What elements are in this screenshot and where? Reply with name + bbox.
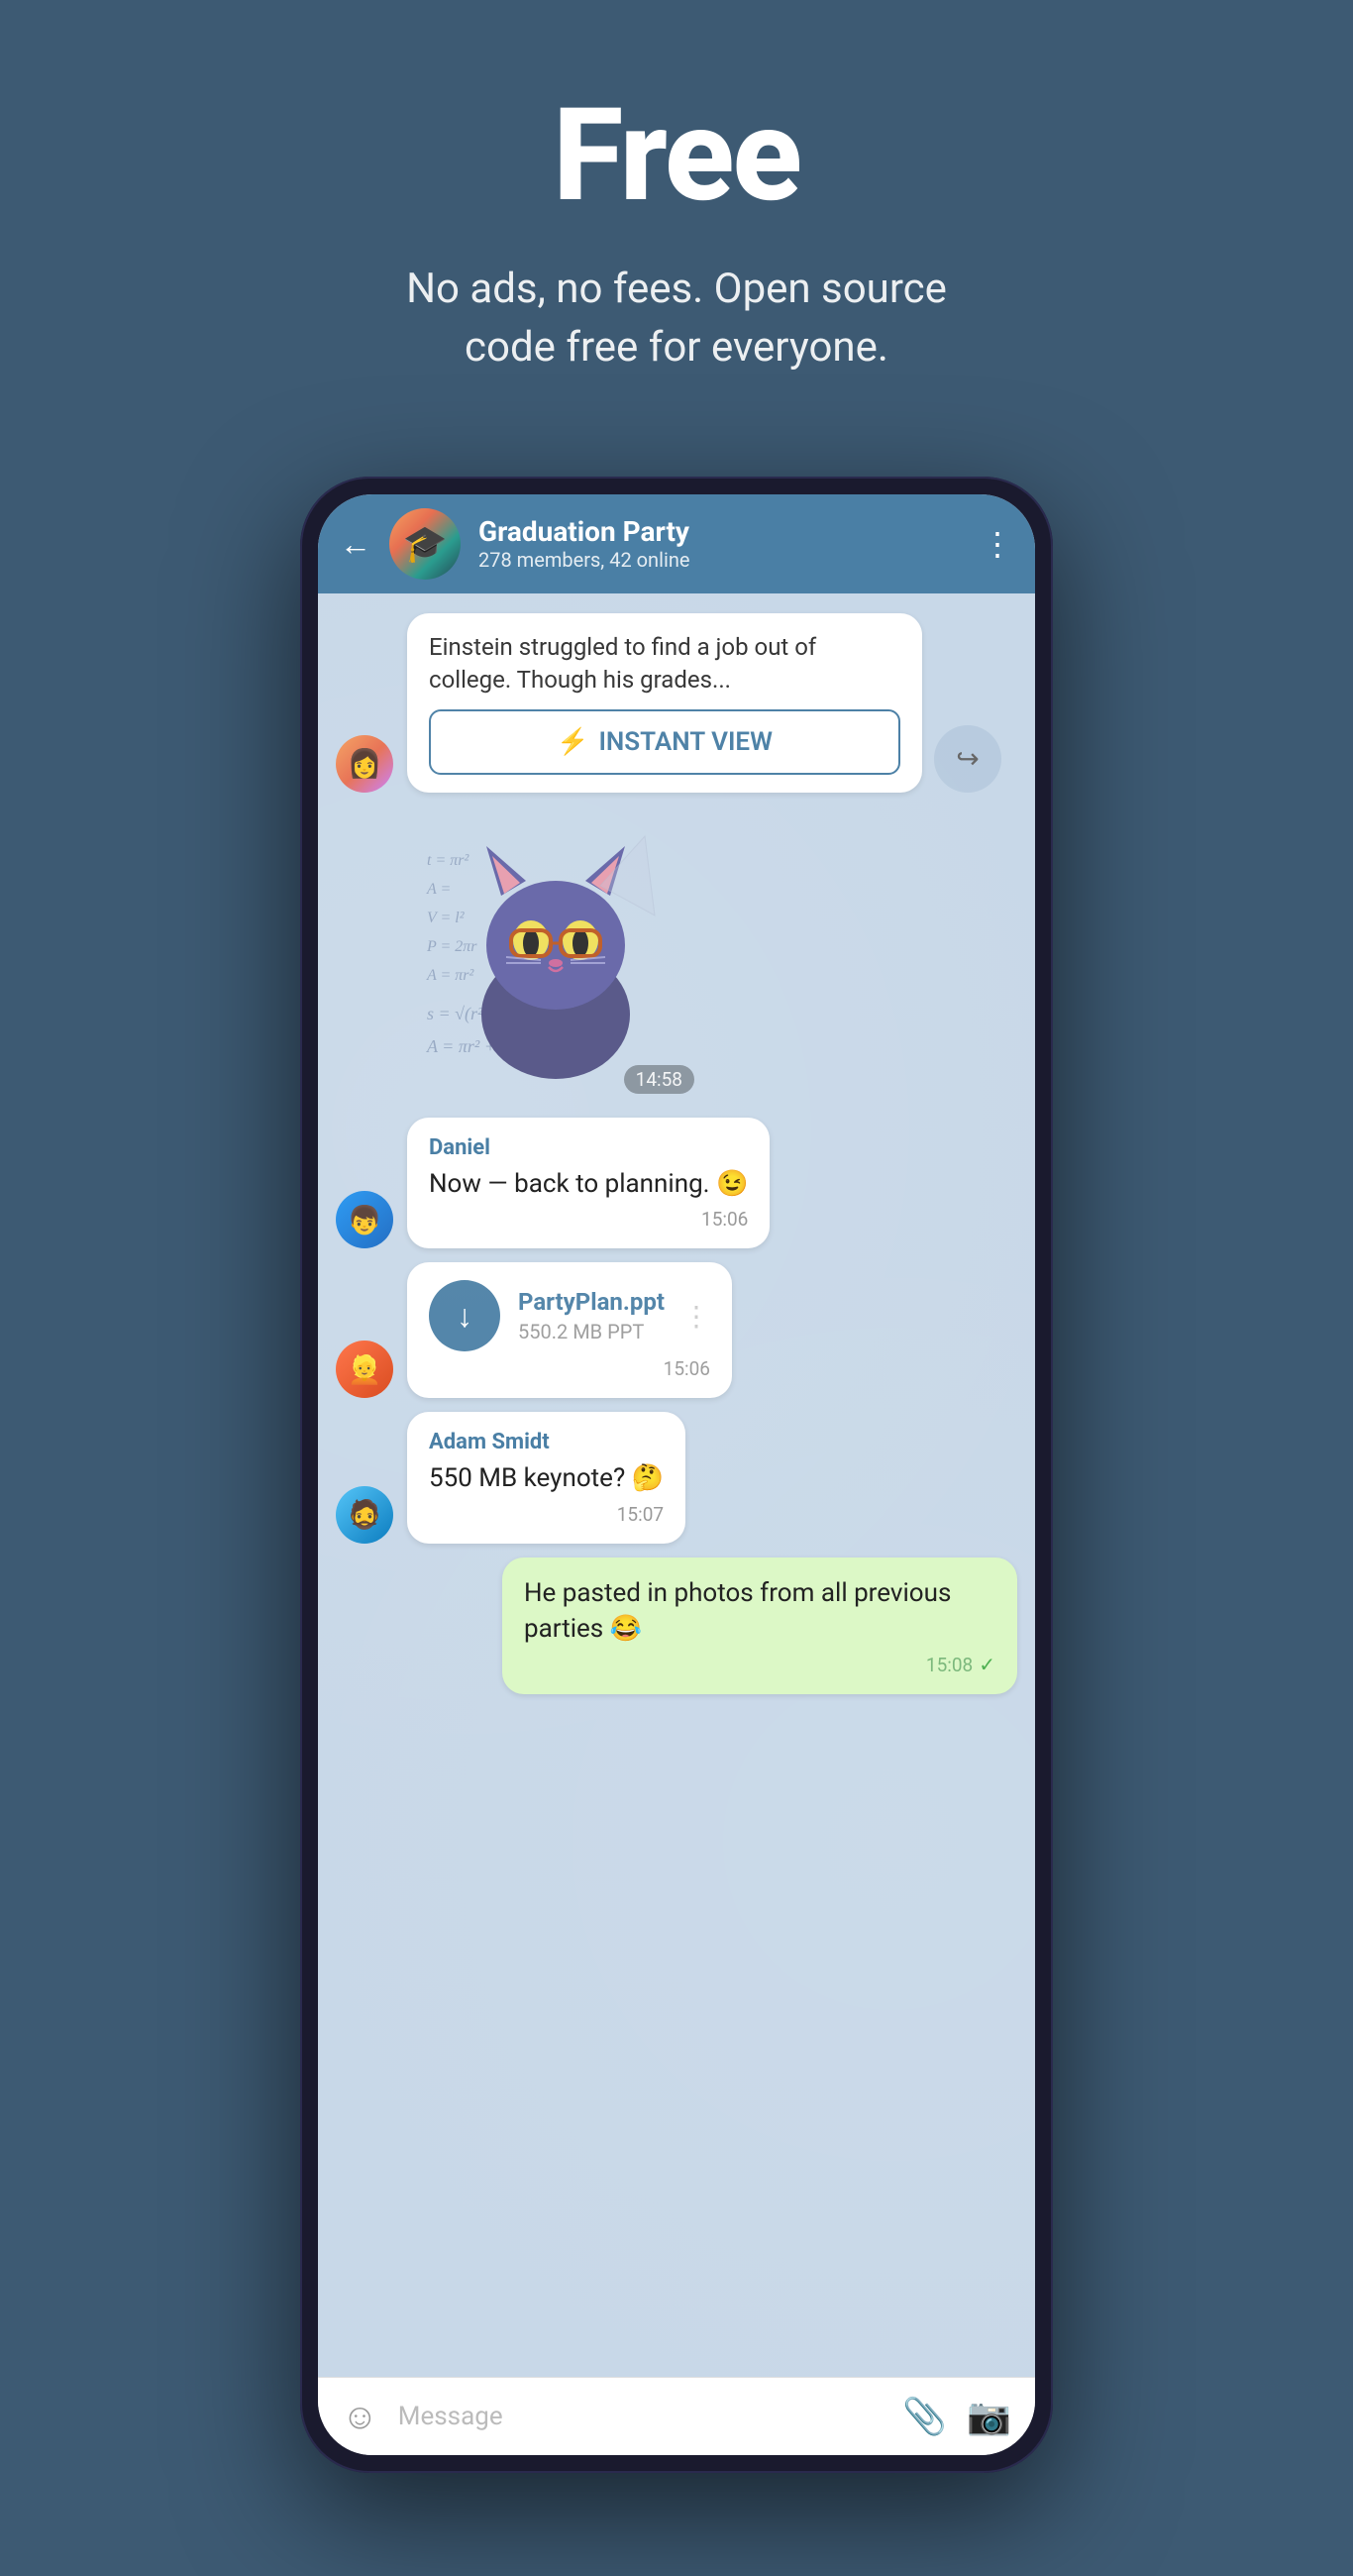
instant-view-label: INSTANT VIEW	[598, 727, 773, 757]
my-text: He pasted in photos from all previous pa…	[524, 1575, 995, 1648]
file-time: 15:06	[429, 1357, 710, 1380]
daniel-time: 15:06	[429, 1208, 748, 1231]
camera-icon[interactable]: 📷	[967, 2396, 1011, 2437]
back-button[interactable]: ←	[340, 525, 371, 563]
group-members: 278 members, 42 online	[478, 548, 964, 572]
group-name: Graduation Party	[478, 515, 964, 548]
daniel-bubble: Daniel Now — back to planning. 😉 15:06	[407, 1118, 770, 1248]
message-input[interactable]: Message	[398, 2402, 884, 2431]
read-tick: ✓	[979, 1653, 995, 1676]
hero-title: Free	[40, 79, 1313, 231]
attach-icon[interactable]: 📎	[902, 2396, 947, 2437]
avatar-daniel: 👦	[336, 1191, 393, 1248]
phone-inner: ← 🎓 Graduation Party 278 members, 42 onl…	[318, 494, 1035, 2455]
emoji-icon[interactable]: ☺	[342, 2396, 378, 2437]
filesize: 550.2 MB PPT	[518, 1320, 665, 1343]
adam-text: 550 MB keynote? 🤔	[429, 1460, 664, 1496]
hero-subtitle: No ads, no fees. Open sourcecode free fo…	[40, 261, 1313, 377]
share-button[interactable]: ↪	[934, 725, 1001, 793]
daniel-name: Daniel	[429, 1135, 748, 1160]
phone-outer: ← 🎓 Graduation Party 278 members, 42 onl…	[300, 477, 1053, 2473]
group-avatar: 🎓	[389, 508, 461, 580]
iv-card-row: 👩 Einstein struggled to find a job out o…	[336, 613, 1017, 793]
avatar-file-sender: 👱	[336, 1341, 393, 1398]
group-info: Graduation Party 278 members, 42 online	[478, 515, 964, 572]
my-timestamp: 15:08	[926, 1654, 973, 1676]
article-text: Einstein struggled to find a job out of …	[407, 613, 922, 709]
adam-name: Adam Smidt	[429, 1430, 664, 1454]
instant-view-card: Einstein struggled to find a job out of …	[407, 613, 922, 793]
avatar-girl: 👩	[336, 735, 393, 793]
lightning-icon: ⚡	[557, 727, 588, 757]
input-bar: ☺ Message 📎 📷	[318, 2377, 1035, 2455]
file-more-icon[interactable]: ⋮	[682, 1300, 710, 1333]
phone-mockup: ← 🎓 Graduation Party 278 members, 42 onl…	[300, 477, 1053, 2473]
instant-view-button[interactable]: ⚡ INSTANT VIEW	[429, 709, 900, 775]
chat-body: 👩 Einstein struggled to find a job out o…	[318, 593, 1035, 2377]
file-msg-row: 👱 ↓ PartyPlan.ppt 550.2 MB PPT ⋮ 15:06	[336, 1262, 1017, 1398]
sticker-time: 14:58	[624, 1065, 694, 1094]
my-bubble: He pasted in photos from all previous pa…	[502, 1557, 1017, 1695]
file-info: PartyPlan.ppt 550.2 MB PPT	[518, 1288, 665, 1343]
file-bubble: ↓ PartyPlan.ppt 550.2 MB PPT ⋮ 15:06	[407, 1262, 732, 1398]
daniel-text: Now — back to planning. 😉	[429, 1166, 748, 1202]
my-msg-row: He pasted in photos from all previous pa…	[336, 1557, 1017, 1695]
adam-bubble: Adam Smidt 550 MB keynote? 🤔 15:07	[407, 1412, 685, 1543]
cat-sticker	[407, 806, 704, 1104]
daniel-msg-row: 👦 Daniel Now — back to planning. 😉 15:06	[336, 1118, 1017, 1248]
file-row: ↓ PartyPlan.ppt 550.2 MB PPT ⋮	[429, 1280, 710, 1351]
sticker-message: t = πr² A = V = l² P = 2πr A = πr² s = √…	[407, 806, 704, 1104]
filename: PartyPlan.ppt	[518, 1288, 665, 1316]
chat-header: ← 🎓 Graduation Party 278 members, 42 onl…	[318, 494, 1035, 593]
download-icon[interactable]: ↓	[429, 1280, 500, 1351]
avatar-adam: 🧔	[336, 1486, 393, 1544]
adam-time: 15:07	[429, 1503, 664, 1526]
more-button[interactable]: ⋮	[982, 525, 1013, 563]
adam-msg-row: 🧔 Adam Smidt 550 MB keynote? 🤔 15:07	[336, 1412, 1017, 1543]
my-time: 15:08 ✓	[524, 1653, 995, 1676]
hero-section: Free No ads, no fees. Open sourcecode fr…	[0, 0, 1353, 437]
